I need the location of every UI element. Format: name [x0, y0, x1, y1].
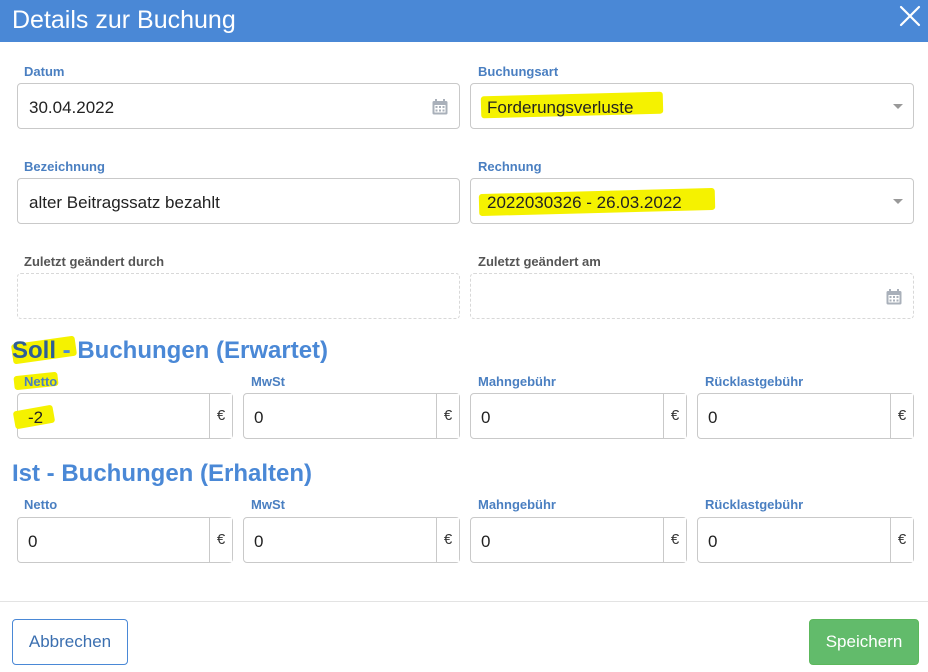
ist-netto-input[interactable]: 0 € — [17, 517, 233, 563]
soll-title-part1: Soll — [12, 337, 57, 364]
buchungsart-value: Forderungsverluste — [487, 98, 634, 117]
ist-ruecklastgebuehr-label: Rücklastgebühr — [705, 497, 804, 512]
bezeichnung-input[interactable]: alter Beitragssatz bezahlt — [17, 178, 460, 224]
soll-ruecklastgebuehr-input[interactable]: 0 € — [697, 393, 914, 439]
rechnung-label: Rechnung — [478, 159, 542, 174]
rechnung-value: 2022030326 - 26.03.2022 — [487, 193, 682, 212]
ist-mwst-input[interactable]: 0 € — [243, 517, 460, 563]
euro-addon: € — [890, 394, 913, 438]
soll-mahngebuehr-label: Mahngebühr — [478, 374, 556, 389]
soll-mahngebuehr-value: 0 — [481, 408, 491, 427]
zuletzt-durch-field — [17, 273, 460, 319]
ist-mwst-label: MwSt — [251, 497, 285, 512]
soll-netto-value: -2 — [28, 408, 44, 427]
soll-mwst-input[interactable]: 0 € — [243, 393, 460, 439]
euro-addon: € — [663, 518, 686, 562]
ist-ruecklastgebuehr-value: 0 — [708, 532, 718, 551]
soll-netto-input[interactable]: -2 € — [12, 393, 233, 439]
euro-addon: € — [436, 518, 459, 562]
ist-netto-value: 0 — [28, 532, 38, 551]
buchungsart-select[interactable]: Forderungsverluste — [470, 83, 914, 129]
soll-mwst-value: 0 — [254, 408, 264, 427]
dialog-header: Details zur Buchung — [0, 0, 928, 42]
close-icon[interactable] — [898, 4, 922, 28]
rechnung-select[interactable]: 2022030326 - 26.03.2022 — [470, 178, 914, 224]
soll-ruecklastgebuehr-value: 0 — [708, 408, 718, 427]
datum-field[interactable]: 30.04.2022 — [17, 83, 460, 129]
dialog-title: Details zur Buchung — [12, 6, 236, 34]
chevron-down-icon — [893, 104, 903, 109]
soll-ruecklastgebuehr-label: Rücklastgebühr — [705, 374, 804, 389]
cancel-button[interactable]: Abbrechen — [12, 619, 128, 665]
euro-addon: € — [436, 394, 459, 438]
soll-netto-label: Netto — [24, 374, 58, 389]
ist-mahngebuehr-label: Mahngebühr — [478, 497, 556, 512]
buchungsart-label: Buchungsart — [478, 64, 559, 79]
calendar-icon[interactable] — [431, 98, 449, 116]
ist-mwst-value: 0 — [254, 532, 264, 551]
datum-value: 30.04.2022 — [29, 98, 115, 117]
bezeichnung-label: Bezeichnung — [24, 159, 105, 174]
bezeichnung-value: alter Beitragssatz bezahlt — [29, 193, 220, 212]
zuletzt-am-label: Zuletzt geändert am — [478, 254, 601, 269]
soll-mahngebuehr-input[interactable]: 0 € — [470, 393, 687, 439]
euro-addon: € — [209, 518, 232, 562]
soll-section-title: Soll - Buchungen (Erwartet) — [12, 336, 328, 366]
soll-title-part2: - Buchungen (Erwartet) — [56, 337, 329, 364]
chevron-down-icon — [893, 199, 903, 204]
footer-divider — [0, 601, 928, 602]
zuletzt-durch-label: Zuletzt geändert durch — [24, 254, 165, 269]
save-button[interactable]: Speichern — [809, 619, 919, 665]
zuletzt-am-field — [470, 273, 914, 319]
ist-mahngebuehr-input[interactable]: 0 € — [470, 517, 687, 563]
euro-addon: € — [209, 394, 232, 438]
ist-section-title: Ist - Buchungen (Erhalten) — [12, 460, 312, 487]
ist-mahngebuehr-value: 0 — [481, 532, 491, 551]
soll-mwst-label: MwSt — [251, 374, 285, 389]
ist-ruecklastgebuehr-input[interactable]: 0 € — [697, 517, 914, 563]
euro-addon: € — [663, 394, 686, 438]
calendar-icon — [886, 289, 902, 305]
ist-netto-label: Netto — [24, 497, 58, 512]
euro-addon: € — [890, 518, 913, 562]
datum-label: Datum — [24, 64, 65, 79]
